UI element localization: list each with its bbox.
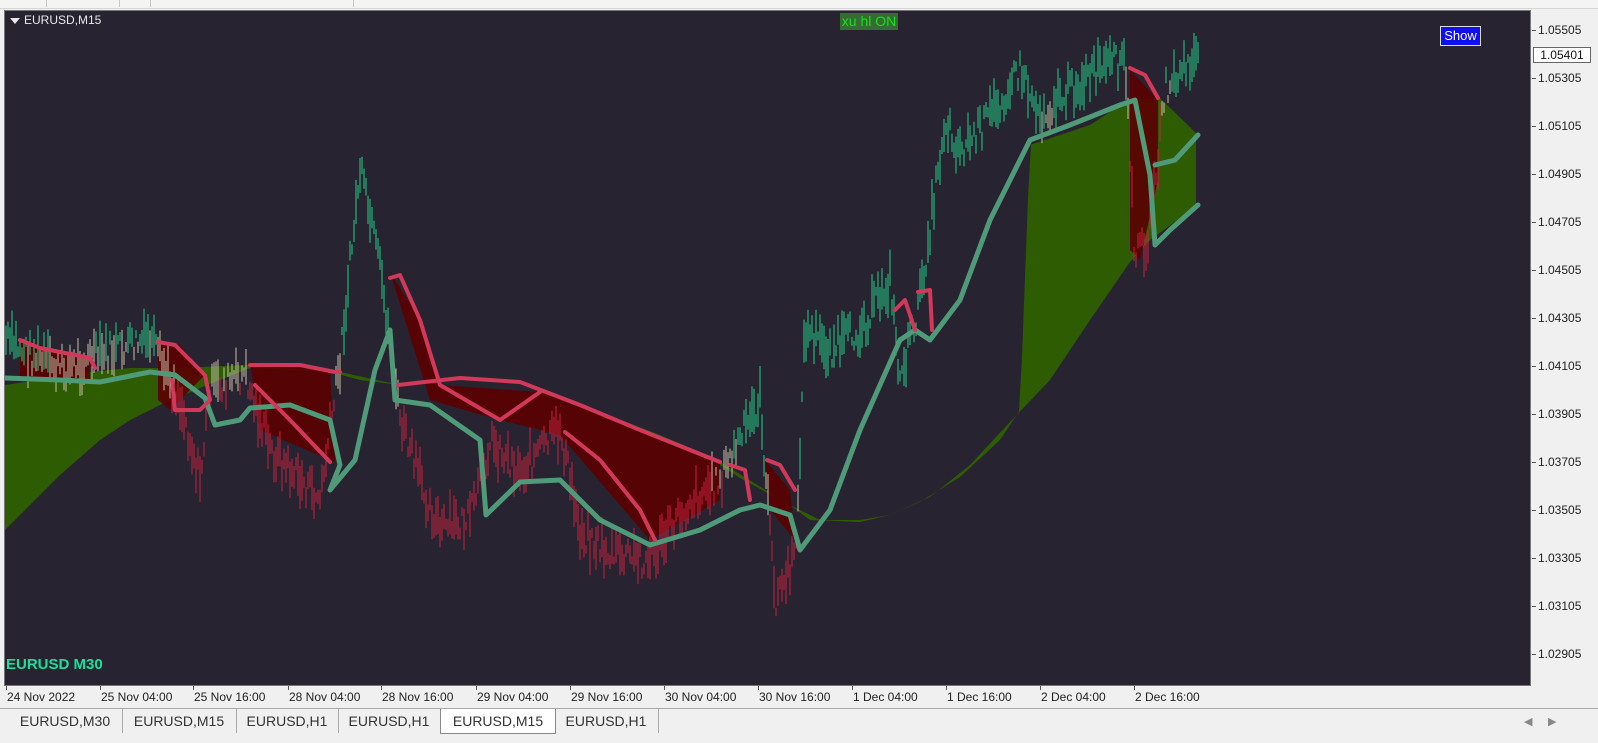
time-label: 25 Nov 04:00 (101, 690, 173, 704)
price-label: 1.05105 (1538, 119, 1582, 133)
price-tick (1532, 222, 1536, 223)
price-tick (1532, 414, 1536, 415)
fast-line-bear (893, 298, 917, 332)
price-tick (1532, 78, 1536, 79)
time-label: 2 Dec 16:00 (1135, 690, 1200, 704)
chart-tab[interactable]: EURUSD,H1 (338, 709, 441, 733)
price-tick (1532, 558, 1536, 559)
time-label: 29 Nov 04:00 (477, 690, 549, 704)
current-price-tag: 1.05401 (1533, 47, 1591, 63)
price-tick (1532, 174, 1536, 175)
price-axis[interactable]: 1.05505 1.05305 1.05105 1.04905 1.04705 1.045… (1532, 10, 1598, 686)
price-tick (1532, 510, 1536, 511)
time-label: 28 Nov 04:00 (289, 690, 361, 704)
bear-band-fill (250, 362, 335, 462)
time-label: 2 Dec 04:00 (1041, 690, 1106, 704)
time-label: 25 Nov 16:00 (194, 690, 266, 704)
chart-tab[interactable]: EURUSD,M15 (122, 709, 237, 733)
chart-tab[interactable]: EURUSD,M15 (440, 709, 556, 734)
scroll-right-icon[interactable]: ▶ (1548, 715, 1556, 728)
price-tick (1532, 462, 1536, 463)
dropdown-triangle-icon[interactable] (10, 17, 20, 24)
symbol-label: EURUSD,M15 (24, 13, 102, 27)
time-label: 1 Dec 04:00 (853, 690, 918, 704)
price-label: 1.05505 (1538, 23, 1582, 37)
show-button[interactable]: Show (1440, 26, 1481, 46)
chart-tab-bar: ◀ ▶ EURUSD,M30 EURUSD,M15 EURUSD,H1 EURUSD,… (0, 708, 1598, 743)
bear-band-fill (390, 272, 720, 540)
price-tick (1532, 606, 1536, 607)
chart-symbol-title[interactable]: EURUSD,M15 (10, 13, 101, 27)
time-label: 30 Nov 16:00 (759, 690, 831, 704)
price-tick (1532, 366, 1536, 367)
symbol-watermark: EURUSD M30 (6, 656, 103, 673)
time-label: 30 Nov 04:00 (665, 690, 737, 704)
chart-tab[interactable]: EURUSD,H1 (236, 709, 339, 733)
price-label: 1.04305 (1538, 311, 1582, 325)
chart-tab[interactable]: EURUSD,H1 (554, 709, 659, 733)
time-axis[interactable]: 24 Nov 2022 25 Nov 04:00 25 Nov 16:00 28 No… (4, 686, 1531, 708)
price-label: 1.04505 (1538, 263, 1582, 277)
price-label: 1.03105 (1538, 599, 1582, 613)
time-label: 1 Dec 16:00 (947, 690, 1012, 704)
chart-tab[interactable]: EURUSD,M30 (8, 709, 123, 733)
time-label: 24 Nov 2022 (7, 690, 76, 704)
time-label: 28 Nov 16:00 (382, 690, 454, 704)
price-label: 1.03505 (1538, 503, 1582, 517)
price-label: 1.03305 (1538, 551, 1582, 565)
price-tick (1532, 126, 1536, 127)
price-label: 1.03905 (1538, 407, 1582, 421)
price-label: 1.03705 (1538, 455, 1582, 469)
price-tick (1532, 318, 1536, 319)
price-tick (1532, 654, 1536, 655)
price-tick (1532, 270, 1536, 271)
price-tick (1532, 30, 1536, 31)
price-chart[interactable] (0, 0, 1598, 742)
price-label: 1.02905 (1538, 647, 1582, 661)
price-label: 1.05305 (1538, 71, 1582, 85)
scroll-left-icon[interactable]: ◀ (1524, 715, 1532, 728)
indicator-status-label: xu hl ON (840, 13, 898, 30)
price-label: 1.04705 (1538, 215, 1582, 229)
price-label: 1.04905 (1538, 167, 1582, 181)
time-label: 29 Nov 16:00 (571, 690, 643, 704)
price-label: 1.04105 (1538, 359, 1582, 373)
